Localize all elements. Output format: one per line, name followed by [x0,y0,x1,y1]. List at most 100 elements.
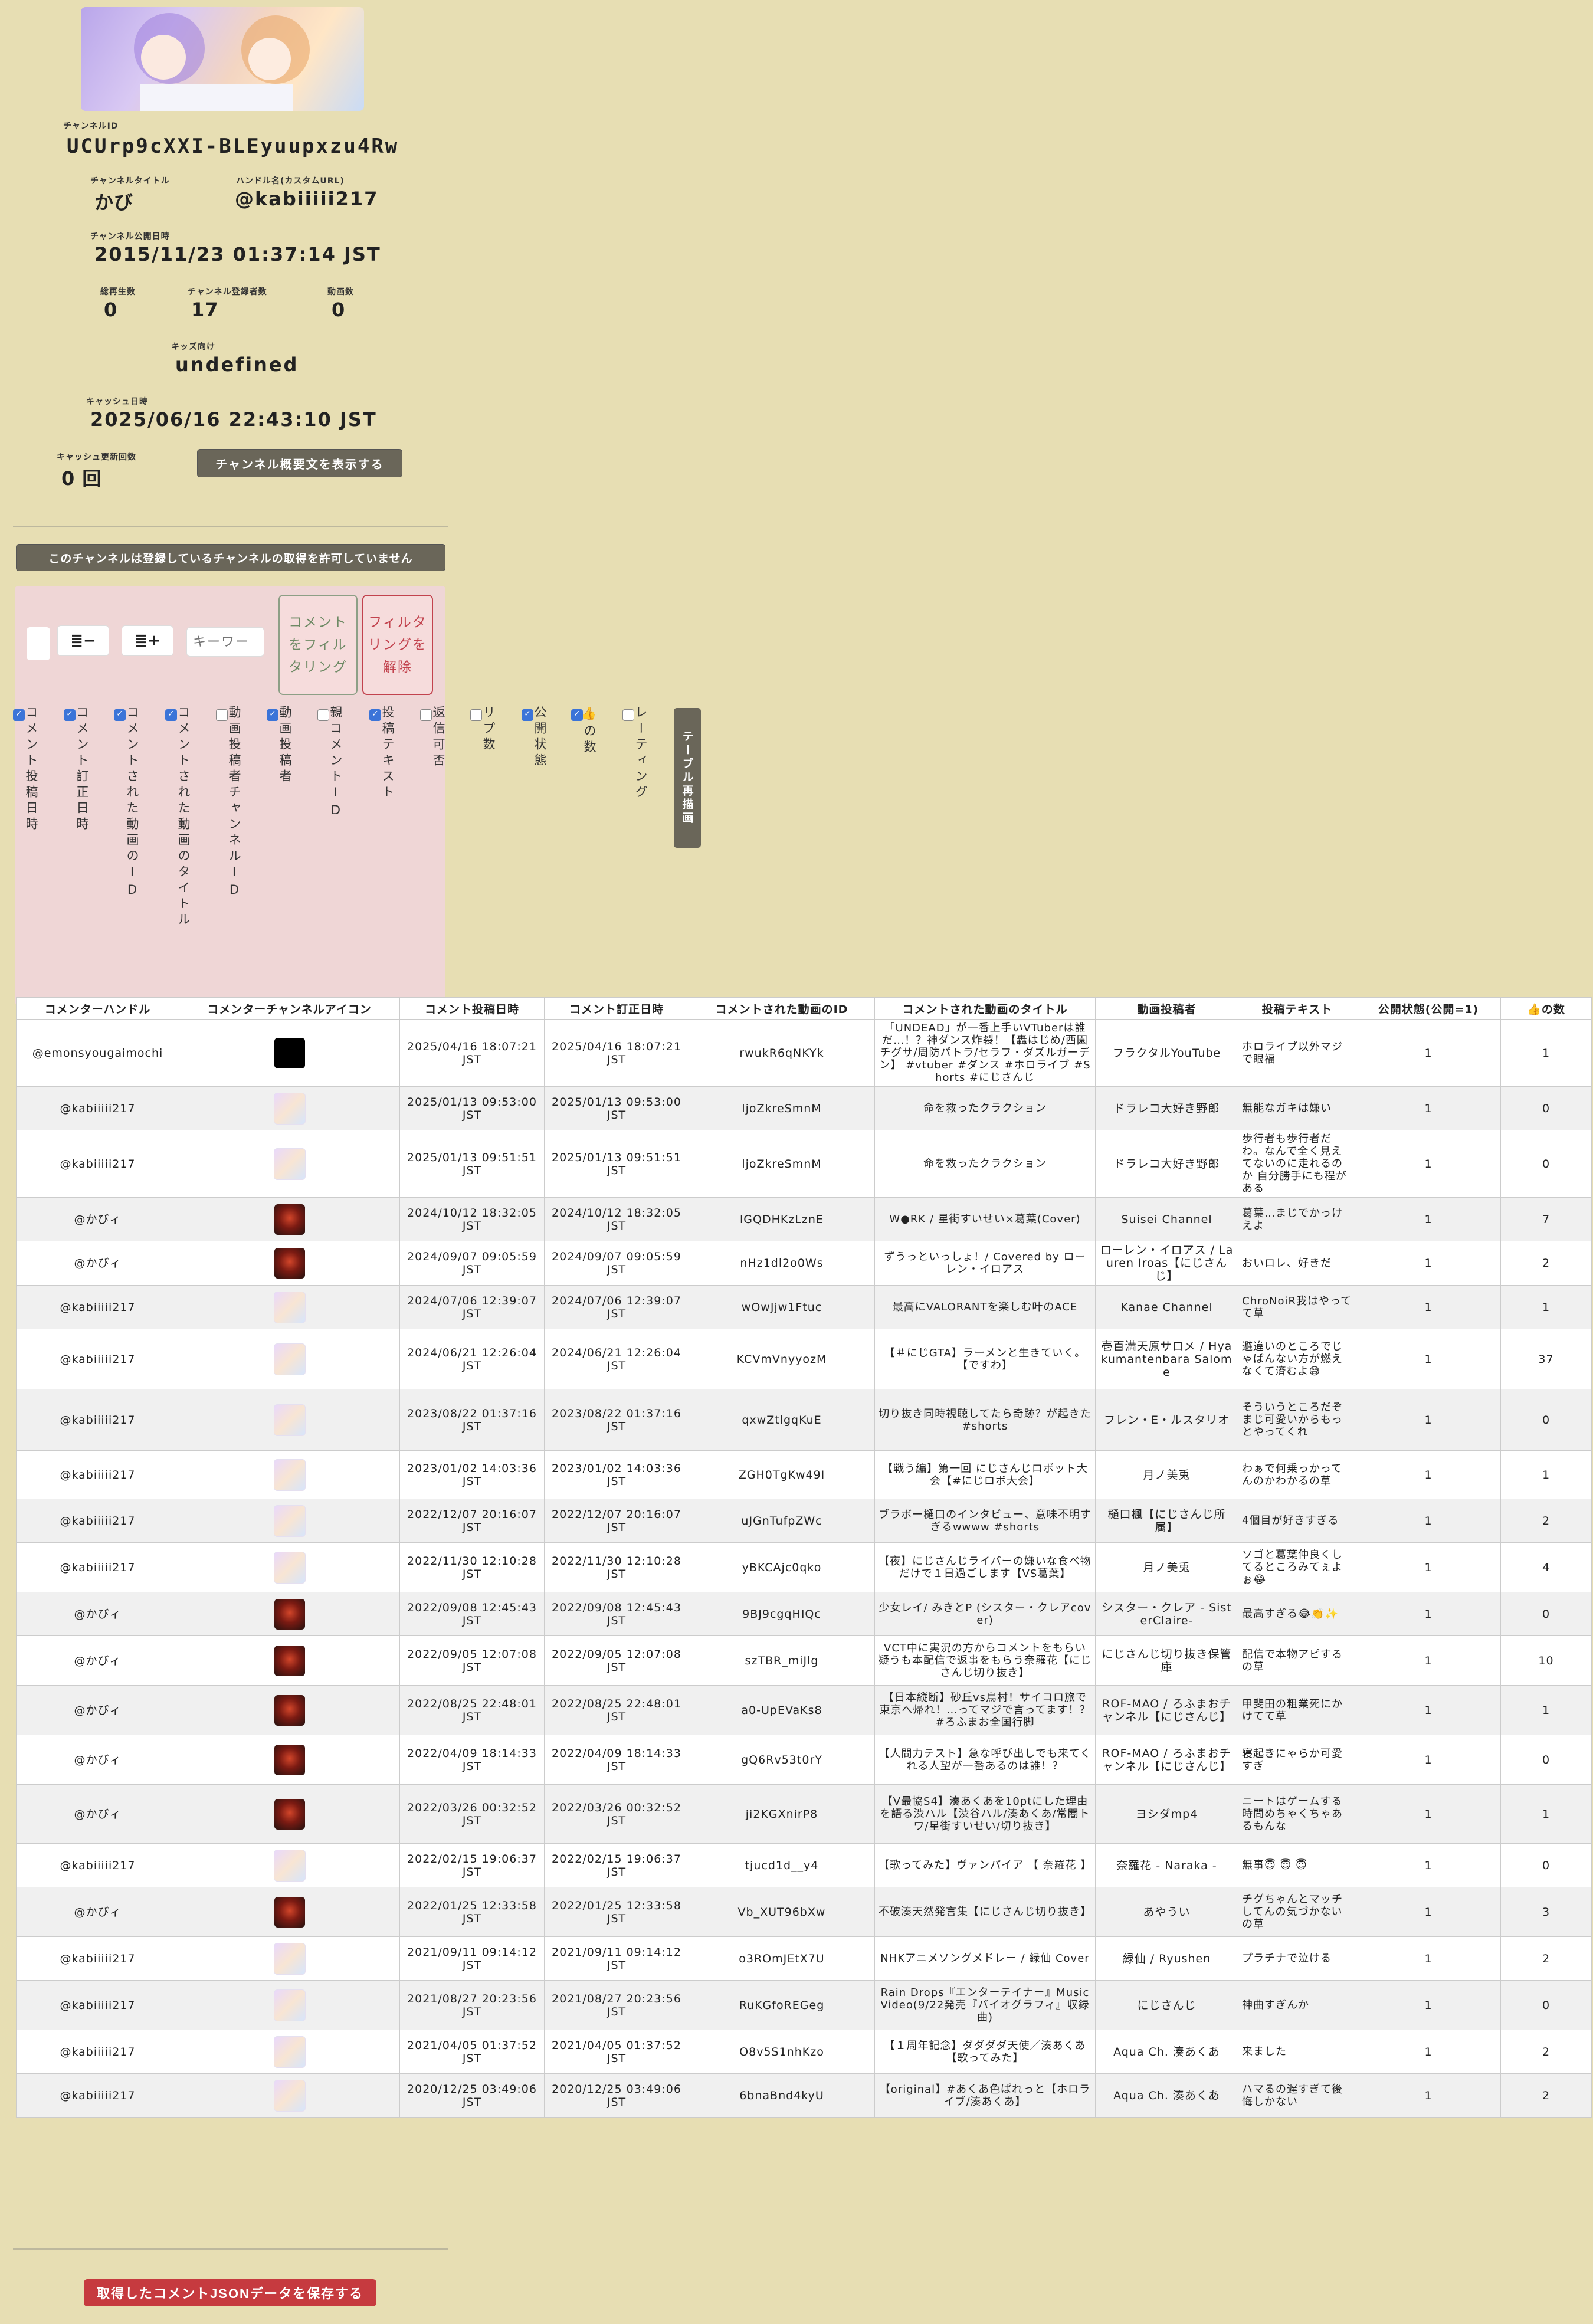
avatar[interactable] [274,1037,305,1068]
avatar[interactable] [274,1598,305,1630]
list-minus-icon: ≣− [70,632,96,650]
table-row[interactable]: @kabiiiii217 2023/08/22 01:37:16 JST 2023/… [16,1389,1592,1451]
cell-likes: 37 [1500,1329,1592,1389]
table-row[interactable]: @kabiiiii217 2024/07/06 12:39:07 JST 2024/… [16,1285,1592,1329]
avatar[interactable] [274,1798,305,1830]
table-row[interactable]: @かびィ 2024/10/12 18:32:05 JST 2024/10/12 18… [16,1197,1592,1241]
table-body: @emonsyougaimochi 2025/04/16 18:07:21 JST… [16,1019,1592,2118]
keyword-input[interactable] [186,627,264,657]
avatar[interactable] [273,1849,306,1882]
cell-uploader: 壱百満天原サロメ / Hyakumantenbara Salome [1095,1329,1238,1389]
avatar[interactable] [273,1148,306,1180]
avatar[interactable] [274,1896,305,1928]
commenter-avatar-cell [179,1735,400,1785]
table-row[interactable]: @kabiiiii217 2022/12/07 20:16:07 JST 2022/… [16,1499,1592,1543]
cell-public: 1 [1356,1499,1501,1543]
avatar[interactable] [273,1092,306,1125]
avatar[interactable] [273,1291,306,1323]
cell-edited: 2020/12/25 03:49:06 JST [544,2073,689,2118]
commenter-avatar-cell [179,1450,400,1499]
redraw-table-button[interactable]: テーブル再描画 [674,708,701,848]
avatar[interactable] [274,1694,305,1726]
table-row[interactable]: @kabiiiii217 2025/01/13 09:51:51 JST 2025/… [16,1130,1592,1198]
cell-likes: 0 [1500,1592,1592,1636]
table-row[interactable]: @かびィ 2022/01/25 12:33:58 JST 2022/01/25 12… [16,1887,1592,1937]
column-header[interactable]: コメンターチャンネルアイコン [179,997,400,1020]
cell-text: ニートはゲームする時間めちゃくちゃあるもんな [1238,1784,1356,1844]
clear-filter-button[interactable]: フィルタリングを解除 [362,595,433,695]
channel-title-label: チャンネルタイトル [90,176,170,186]
cell-public: 1 [1356,1592,1501,1636]
subscription-notice-button[interactable]: このチャンネルは登録しているチャンネルの取得を許可していません [16,544,445,571]
table-row[interactable]: @kabiiiii217 2024/06/21 12:26:04 JST 2024/… [16,1329,1592,1389]
commenter-avatar-cell [179,1086,400,1130]
avatar[interactable] [273,1343,306,1375]
table-row[interactable]: @かびィ 2022/04/09 18:14:33 JST 2022/04/09 18… [16,1735,1592,1785]
column-header[interactable]: 動画投稿者 [1095,997,1238,1020]
table-row[interactable]: @kabiiiii217 2022/11/30 12:10:28 JST 2022/… [16,1542,1592,1592]
show-description-button[interactable]: チャンネル概要文を表示する [197,449,402,477]
table-row[interactable]: @kabiiiii217 2020/12/25 03:49:06 JST 2020/… [16,2073,1592,2118]
cell-likes: 1 [1500,1019,1592,1087]
column-header[interactable]: コメント投稿日時 [399,997,545,1020]
save-json-button[interactable]: 取得したコメントJSONデータを保存する [84,2279,376,2306]
cell-title: 不破湊天然発言集【にじさんじ切り抜き】 [874,1887,1096,1937]
avatar[interactable] [273,1404,306,1436]
cell-posted: 2023/01/02 14:03:36 JST [399,1450,545,1499]
avatar[interactable] [274,1645,305,1676]
table-row[interactable]: @かびィ 2024/09/07 09:05:59 JST 2024/09/07 09… [16,1241,1592,1286]
cell-handle: @kabiiiii217 [16,1499,179,1543]
table-row[interactable]: @かびィ 2022/09/08 12:45:43 JST 2022/09/08 12… [16,1592,1592,1636]
cell-uploader: にじさんじ [1095,1980,1238,2030]
cell-public: 1 [1356,1086,1501,1130]
avatar[interactable] [273,1504,306,1537]
cell-public: 1 [1356,1542,1501,1592]
avatar[interactable] [273,2035,306,2068]
cell-edited: 2025/01/13 09:53:00 JST [544,1086,689,1130]
cell-posted: 2024/07/06 12:39:07 JST [399,1285,545,1329]
table-row[interactable]: @kabiiiii217 2021/04/05 01:37:52 JST 2021/… [16,2030,1592,2074]
avatar[interactable] [273,1942,306,1975]
select-box[interactable] [27,627,50,660]
table-row[interactable]: @かびィ 2022/03/26 00:32:52 JST 2022/03/26 00… [16,1784,1592,1844]
cell-edited: 2022/12/07 20:16:07 JST [544,1499,689,1543]
collapse-all-button[interactable]: ≣− [57,625,109,656]
table-row[interactable]: @kabiiiii217 2021/09/11 09:14:12 JST 2021/… [16,1936,1592,1981]
column-header[interactable]: コメント訂正日時 [544,997,689,1020]
filter-comments-label: コメントをフィルタリング [289,615,348,675]
cell-title: 少女レイ/ みきとP (シスター・クレアcover) [874,1592,1096,1636]
table-row[interactable]: @kabiiiii217 2021/08/27 20:23:56 JST 2021/… [16,1980,1592,2030]
channel-id: UCUrp9cXXI-BLEyuupxzu4Rw [67,135,399,158]
cell-text: 避違いのところでじゃばんない方が燃えなくて済むよ😅 [1238,1329,1356,1389]
column-header[interactable]: コメンターハンドル [16,997,179,1020]
cell-posted: 2024/09/07 09:05:59 JST [399,1241,545,1286]
cell-handle: @kabiiiii217 [16,1542,179,1592]
avatar[interactable] [273,1458,306,1491]
cell-uploader: ローレン・イロアス / Lauren Iroas【にじさんじ】 [1095,1241,1238,1286]
column-header[interactable]: コメントされた動画のタイトル [874,997,1096,1020]
avatar[interactable] [273,1989,306,2021]
table-row[interactable]: @kabiiiii217 2023/01/02 14:03:36 JST 2023/… [16,1450,1592,1499]
column-header[interactable]: 👍の数 [1500,997,1592,1020]
filter-comments-button[interactable]: コメントをフィルタリング [278,595,358,695]
cell-vid: o3ROmJEtX7U [689,1936,875,1981]
column-header[interactable]: コメントされた動画のID [689,997,875,1020]
comments-table: コメンターハンドル コメンターチャンネルアイコン コメント投稿日時 コメント訂正日時コ… [16,997,1592,2118]
avatar[interactable] [274,1248,305,1279]
cell-edited: 2022/09/08 12:45:43 JST [544,1592,689,1636]
table-row[interactable]: @emonsyougaimochi 2025/04/16 18:07:21 JST… [16,1019,1592,1087]
avatar[interactable] [273,1551,306,1584]
avatar[interactable] [273,2079,306,2112]
column-header[interactable]: 投稿テキスト [1238,997,1356,1020]
cell-public: 1 [1356,1450,1501,1499]
table-row[interactable]: @かびィ 2022/09/05 12:07:08 JST 2022/09/05 12… [16,1635,1592,1686]
table-row[interactable]: @kabiiiii217 2022/02/15 19:06:37 JST 2022/… [16,1843,1592,1887]
avatar[interactable] [274,1744,305,1775]
cell-handle: @kabiiiii217 [16,1980,179,2030]
expand-all-button[interactable]: ≣+ [122,625,173,656]
column-header[interactable]: 公開状態(公開=1) [1356,997,1501,1020]
table-row[interactable]: @kabiiiii217 2025/01/13 09:53:00 JST 2025/… [16,1086,1592,1130]
avatar[interactable] [274,1204,305,1235]
banner-illustration [134,13,310,111]
table-row[interactable]: @かびィ 2022/08/25 22:48:01 JST 2022/08/25 22… [16,1685,1592,1735]
